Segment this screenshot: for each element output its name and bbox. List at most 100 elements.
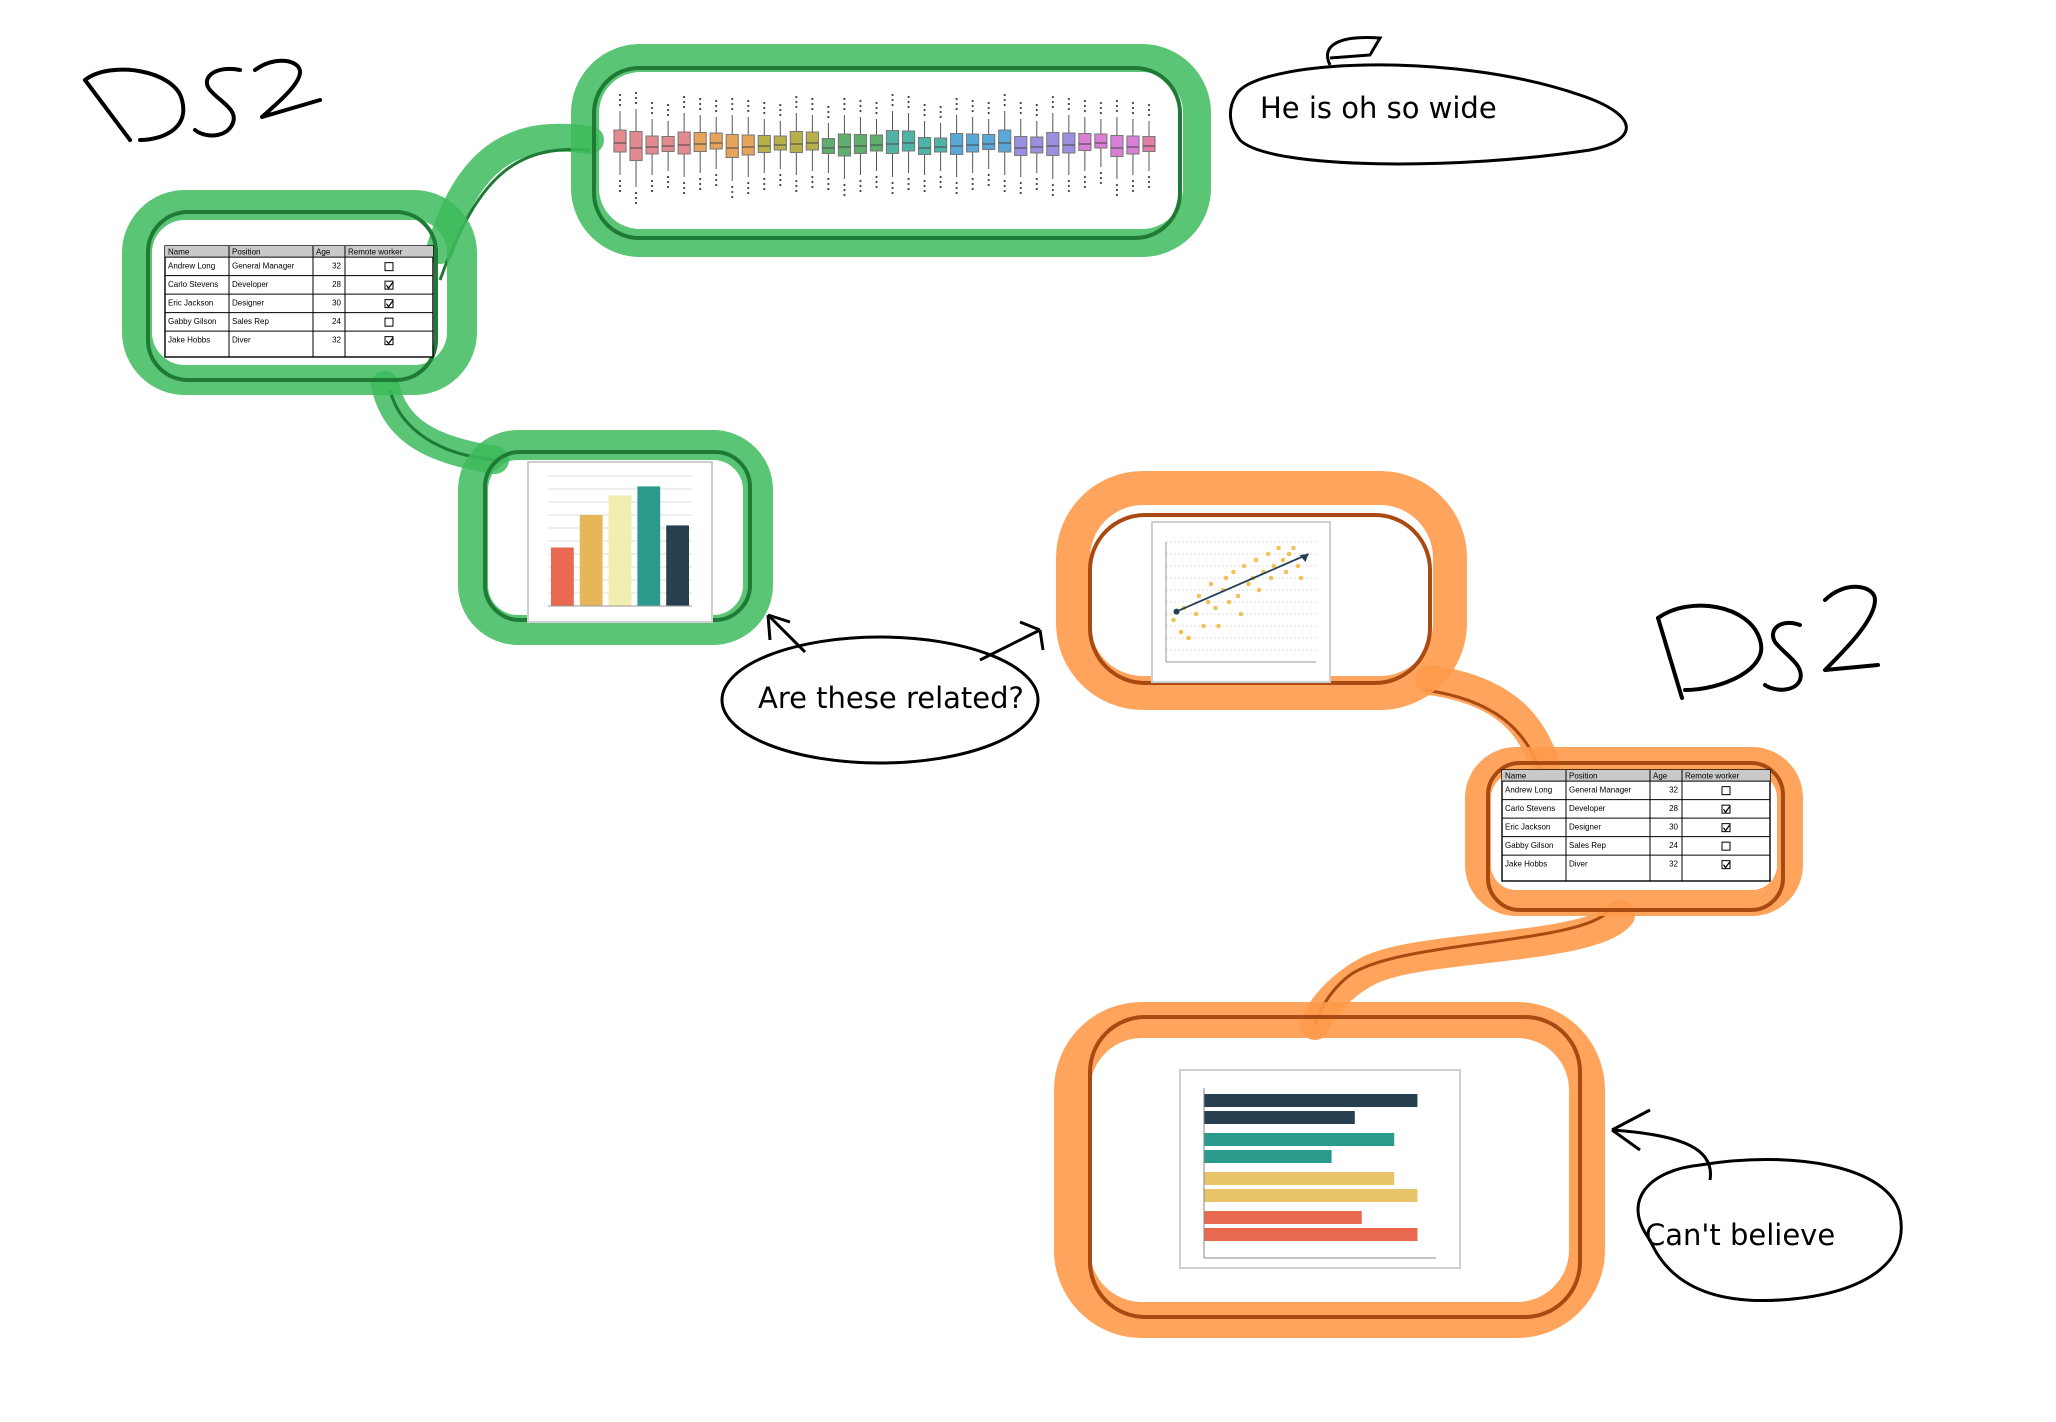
ds2-table-header-cell[interactable]: Position (1569, 771, 1597, 780)
callout-believe-arrow (1611, 1108, 1713, 1181)
boxplot-box (629, 91, 643, 205)
ds2-table-header-cell[interactable]: Age (1653, 771, 1668, 780)
boxplot-box (725, 97, 739, 199)
scatter-point (1231, 569, 1236, 575)
boxplot-box (1126, 101, 1140, 193)
ds2-table-header-cell[interactable]: Name (1505, 771, 1527, 780)
hbar (1204, 1111, 1355, 1124)
boxplot-box (853, 99, 868, 193)
ds2-table-cell: 32 (1669, 860, 1678, 869)
boxplot-box (934, 105, 948, 189)
ds2-remote-checkbox[interactable] (1721, 841, 1731, 851)
boxplot-box (1030, 103, 1044, 191)
boxplot-box (901, 95, 916, 191)
boxplot-box (998, 93, 1012, 193)
scatter-point (1265, 551, 1271, 557)
scatter-point (1171, 617, 1176, 623)
callout-related: Are these related? (720, 613, 1045, 765)
boxplot-box (837, 97, 852, 197)
ds1-bar-chart (527, 461, 713, 623)
boxplot-box (966, 99, 980, 191)
ds1-table-cell: Designer (232, 299, 264, 308)
ds1-table-cell: Diver (232, 336, 251, 345)
callout-related-arrow-left (766, 613, 807, 654)
hbar (1204, 1094, 1418, 1107)
scatter-point (1235, 593, 1241, 599)
callout-believe: Can't believe (1611, 1108, 1903, 1303)
hbar (1204, 1228, 1418, 1241)
ds2-table: Name Position Age Remote worker Andrew Long G… (1501, 769, 1771, 882)
ds2-table-cell: Developer (1569, 804, 1606, 813)
bar (608, 495, 632, 606)
ds1-handwritten-label (83, 58, 322, 142)
ds1-table-cell: Andrew Long (168, 262, 215, 271)
ds2-table-header-cell[interactable]: Remote worker (1685, 771, 1740, 780)
ds1-table-cell: 32 (332, 262, 341, 271)
boxplot-box (1062, 97, 1076, 193)
hbar (1204, 1150, 1332, 1163)
scatter-point (1276, 545, 1281, 551)
diagram-canvas: Name Position Age Remote worker Andrew Long G… (83, 35, 1903, 1338)
scatter-point (1186, 635, 1191, 641)
boxplot-box (1110, 99, 1124, 197)
ds2-table-cell: 32 (1669, 786, 1678, 795)
scatter-point (1193, 611, 1199, 617)
ds2-table-cell: Sales Rep (1569, 841, 1606, 850)
ds1-table-cell: Carlo Stevens (168, 280, 218, 289)
boxplot-box (917, 103, 932, 193)
boxplot-box (805, 97, 819, 189)
boxplot-box (741, 99, 755, 195)
hbar (1204, 1211, 1362, 1224)
boxplot-box (789, 95, 803, 193)
ds1-table-cell: 28 (332, 280, 341, 289)
boxplot-box (869, 101, 884, 189)
scatter-point (1213, 605, 1218, 611)
ds1-boxplot (613, 91, 1156, 205)
ds1-remote-checkbox[interactable] (384, 262, 394, 272)
scatter-point (1241, 563, 1247, 569)
scatter-point (1223, 575, 1229, 581)
ds1-table-header-cell[interactable]: Name (168, 247, 190, 256)
ds1-table-cell: 32 (332, 336, 341, 345)
callout-related-arrow-right (979, 620, 1045, 662)
scatter-point (1208, 581, 1214, 587)
scatter-point (1226, 599, 1232, 605)
ds2-handwritten-label (1656, 584, 1880, 700)
ds2-table-cell: Designer (1569, 823, 1601, 832)
boxplot-box (709, 99, 723, 187)
trend-start-point (1173, 608, 1180, 615)
boxplot-box (693, 97, 707, 191)
ds1-table-header-cell[interactable]: Position (232, 247, 260, 256)
boxplot-box (982, 101, 996, 187)
ds2-table-cell: Eric Jackson (1505, 823, 1550, 832)
ds1-table-cell: General Manager (232, 262, 295, 271)
ds1-table-header-cell[interactable]: Remote worker (348, 247, 403, 256)
boxplot-box (885, 93, 900, 195)
ds2-table-cell: Carlo Stevens (1505, 804, 1555, 813)
boxplot-box (613, 93, 627, 193)
ds2-table-cell: Diver (1569, 860, 1588, 869)
scatter-point (1291, 545, 1296, 551)
scatter-point (1286, 551, 1292, 557)
ds1-table-header-cell[interactable]: Age (316, 247, 331, 256)
ds2-remote-checkbox[interactable] (1721, 786, 1731, 796)
boxplot-box (950, 97, 964, 195)
ds2-table-cell: Jake Hobbs (1505, 860, 1547, 869)
boxplot-box (1078, 99, 1092, 189)
scatter-point (1283, 569, 1289, 575)
scatter-point (1178, 629, 1184, 635)
ds2-table-cell: 28 (1669, 804, 1678, 813)
boxplot-box (757, 101, 771, 191)
ds2-table-cell: General Manager (1569, 786, 1632, 795)
bar (551, 547, 574, 606)
scatter-point (1295, 563, 1301, 569)
ds2-table-cell: 30 (1669, 823, 1678, 832)
scatter-point (1196, 593, 1202, 599)
boxplot-box (821, 105, 835, 191)
ds1-table-cell: 30 (332, 299, 341, 308)
boxplot-box (1014, 101, 1028, 195)
ds2-horizontal-bar-chart (1179, 1069, 1461, 1269)
ds2-table-cell: 24 (1669, 841, 1678, 850)
ds1-remote-checkbox[interactable] (384, 317, 394, 327)
callout-wide: He is oh so wide (1229, 35, 1628, 166)
